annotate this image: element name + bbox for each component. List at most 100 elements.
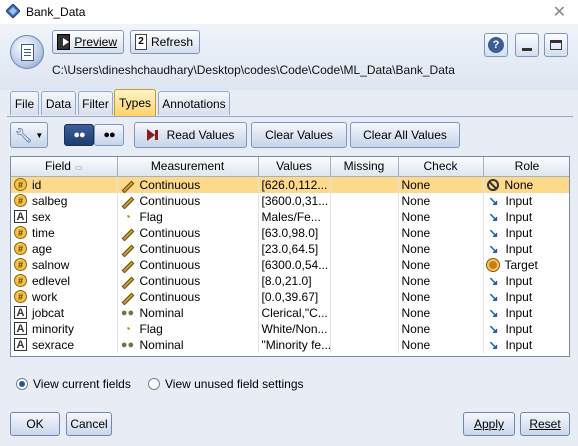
view-settings-toggle[interactable]: ●● [64, 124, 94, 146]
field-types-table[interactable]: Field ▭ Measurement Values Missing Check … [10, 156, 570, 357]
cell-field[interactable]: Asex [11, 208, 118, 225]
table-row[interactable]: # id Continuous [626.0,112... None None [11, 176, 569, 193]
cell-missing[interactable] [330, 304, 399, 321]
cell-missing[interactable] [330, 272, 399, 289]
cell-check[interactable]: None [398, 240, 484, 257]
help-button[interactable]: ? [484, 33, 508, 57]
cell-role[interactable]: ↘ Input [483, 336, 569, 353]
view-unused-fields-radio[interactable] [148, 378, 160, 390]
cell-role[interactable]: ↘ Input [483, 224, 569, 241]
tab-file[interactable]: File [10, 91, 39, 115]
cell-values[interactable]: Males/Fe... [258, 208, 331, 225]
cell-missing[interactable] [330, 256, 399, 273]
table-row[interactable]: # age Continuous [23.0,64.5] None ↘ Input [11, 240, 569, 257]
maximize-button[interactable] [544, 33, 568, 57]
view-unused-toggle[interactable]: ●● [94, 124, 124, 146]
cell-field[interactable]: # id [11, 176, 118, 193]
cell-measurement[interactable]: ●● Nominal [117, 304, 259, 321]
ok-button[interactable]: OK [10, 412, 60, 436]
table-row[interactable]: Ajobcat ●● Nominal Clerical,"C... None ↘ Input [11, 304, 569, 321]
view-current-fields-radio[interactable] [16, 378, 28, 390]
table-row[interactable]: Asex ◔ Flag Males/Fe... None ↘ Input [11, 208, 569, 225]
cell-missing[interactable] [330, 192, 399, 209]
cell-check[interactable]: None [398, 192, 484, 209]
tab-types[interactable]: Types [114, 89, 156, 116]
cell-field[interactable]: Asexrace [11, 336, 118, 353]
refresh-button[interactable]: 2 Refresh [130, 30, 200, 54]
cell-missing[interactable] [330, 176, 399, 193]
table-row[interactable]: Aminority ◔ Flag White/Non... None ↘ Input [11, 320, 569, 337]
cell-check[interactable]: None [398, 272, 484, 289]
cell-field[interactable]: Aminority [11, 320, 118, 337]
cell-values[interactable]: [23.0,64.5] [258, 240, 331, 257]
tab-data[interactable]: Data [41, 91, 76, 115]
table-row[interactable]: # edlevel Continuous [8.0,21.0] None ↘ Input [11, 272, 569, 289]
cell-missing[interactable] [330, 320, 399, 337]
cell-field[interactable]: # age [11, 240, 118, 257]
column-header-role[interactable]: Role [483, 157, 569, 177]
table-row[interactable]: Asexrace ●● Nominal "Minority fe... None ↘ Inp… [11, 336, 569, 353]
cell-field[interactable]: # work [11, 288, 118, 305]
cell-check[interactable]: None [398, 224, 484, 241]
cell-values[interactable]: Clerical,"C... [258, 304, 331, 321]
cell-field[interactable]: # edlevel [11, 272, 118, 289]
column-header-missing[interactable]: Missing [330, 157, 399, 177]
cell-check[interactable]: None [398, 336, 484, 353]
cell-role[interactable]: ↘ Input [483, 208, 569, 225]
table-row[interactable]: # salbeg Continuous [3600.0,31... None ↘ Input [11, 192, 569, 209]
cell-field[interactable]: # time [11, 224, 118, 241]
read-values-button[interactable]: Read Values [134, 122, 247, 148]
cell-role[interactable]: ↘ Input [483, 240, 569, 257]
cell-field[interactable]: # salbeg [11, 192, 118, 209]
cell-measurement[interactable]: Continuous [117, 256, 259, 273]
preview-button[interactable]: Preview [52, 30, 124, 54]
cell-missing[interactable] [330, 336, 399, 353]
column-header-measurement[interactable]: Measurement [117, 157, 259, 177]
column-header-values[interactable]: Values [258, 157, 331, 177]
view-current-fields-option[interactable]: View current fields [16, 377, 131, 391]
cell-values[interactable]: "Minority fe... [258, 336, 331, 353]
cell-role[interactable]: Target [483, 256, 569, 273]
cell-measurement[interactable]: ◔ Flag [117, 320, 259, 337]
clear-all-values-button[interactable]: Clear All Values [350, 122, 460, 148]
cell-values[interactable]: [63.0,98.0] [258, 224, 331, 241]
cell-measurement[interactable]: Continuous [117, 288, 259, 305]
cell-measurement[interactable]: Continuous [117, 176, 259, 193]
cell-measurement[interactable]: Continuous [117, 192, 259, 209]
cell-missing[interactable] [330, 208, 399, 225]
clear-values-button[interactable]: Clear Values [251, 122, 347, 148]
table-row[interactable]: # salnow Continuous [6300.0,54... None Target [11, 256, 569, 273]
minimize-button[interactable] [515, 33, 539, 57]
cancel-button[interactable]: Cancel [66, 412, 112, 436]
cell-measurement[interactable]: Continuous [117, 240, 259, 257]
cell-check[interactable]: None [398, 208, 484, 225]
cell-check[interactable]: None [398, 256, 484, 273]
view-unused-fields-option[interactable]: View unused field settings [148, 377, 304, 391]
tab-annotations[interactable]: Annotations [158, 91, 230, 115]
close-window-icon[interactable]: ✕ [553, 2, 566, 22]
tools-menu-button[interactable]: 🔧︎ ▼ [10, 122, 48, 148]
table-row[interactable]: # time Continuous [63.0,98.0] None ↘ Input [11, 224, 569, 241]
cell-measurement[interactable]: ◔ Flag [117, 208, 259, 225]
apply-button[interactable]: Apply [463, 412, 515, 436]
column-header-field[interactable]: Field ▭ [11, 157, 118, 177]
table-row[interactable]: # work Continuous [0.0,39.67] None ↘ Input [11, 288, 569, 305]
cell-role[interactable]: ↘ Input [483, 320, 569, 337]
reset-button[interactable]: Reset [520, 412, 570, 436]
cell-check[interactable]: None [398, 320, 484, 337]
cell-values[interactable]: [3600.0,31... [258, 192, 331, 209]
cell-missing[interactable] [330, 288, 399, 305]
cell-check[interactable]: None [398, 288, 484, 305]
cell-measurement[interactable]: Continuous [117, 224, 259, 241]
cell-measurement[interactable]: ●● Nominal [117, 336, 259, 353]
cell-values[interactable]: [8.0,21.0] [258, 272, 331, 289]
cell-check[interactable]: None [398, 304, 484, 321]
column-header-check[interactable]: Check [398, 157, 484, 177]
cell-field[interactable]: Ajobcat [11, 304, 118, 321]
cell-values[interactable]: [0.0,39.67] [258, 288, 331, 305]
cell-missing[interactable] [330, 224, 399, 241]
cell-values[interactable]: [6300.0,54... [258, 256, 331, 273]
cell-missing[interactable] [330, 240, 399, 257]
cell-field[interactable]: # salnow [11, 256, 118, 273]
cell-role[interactable]: ↘ Input [483, 192, 569, 209]
